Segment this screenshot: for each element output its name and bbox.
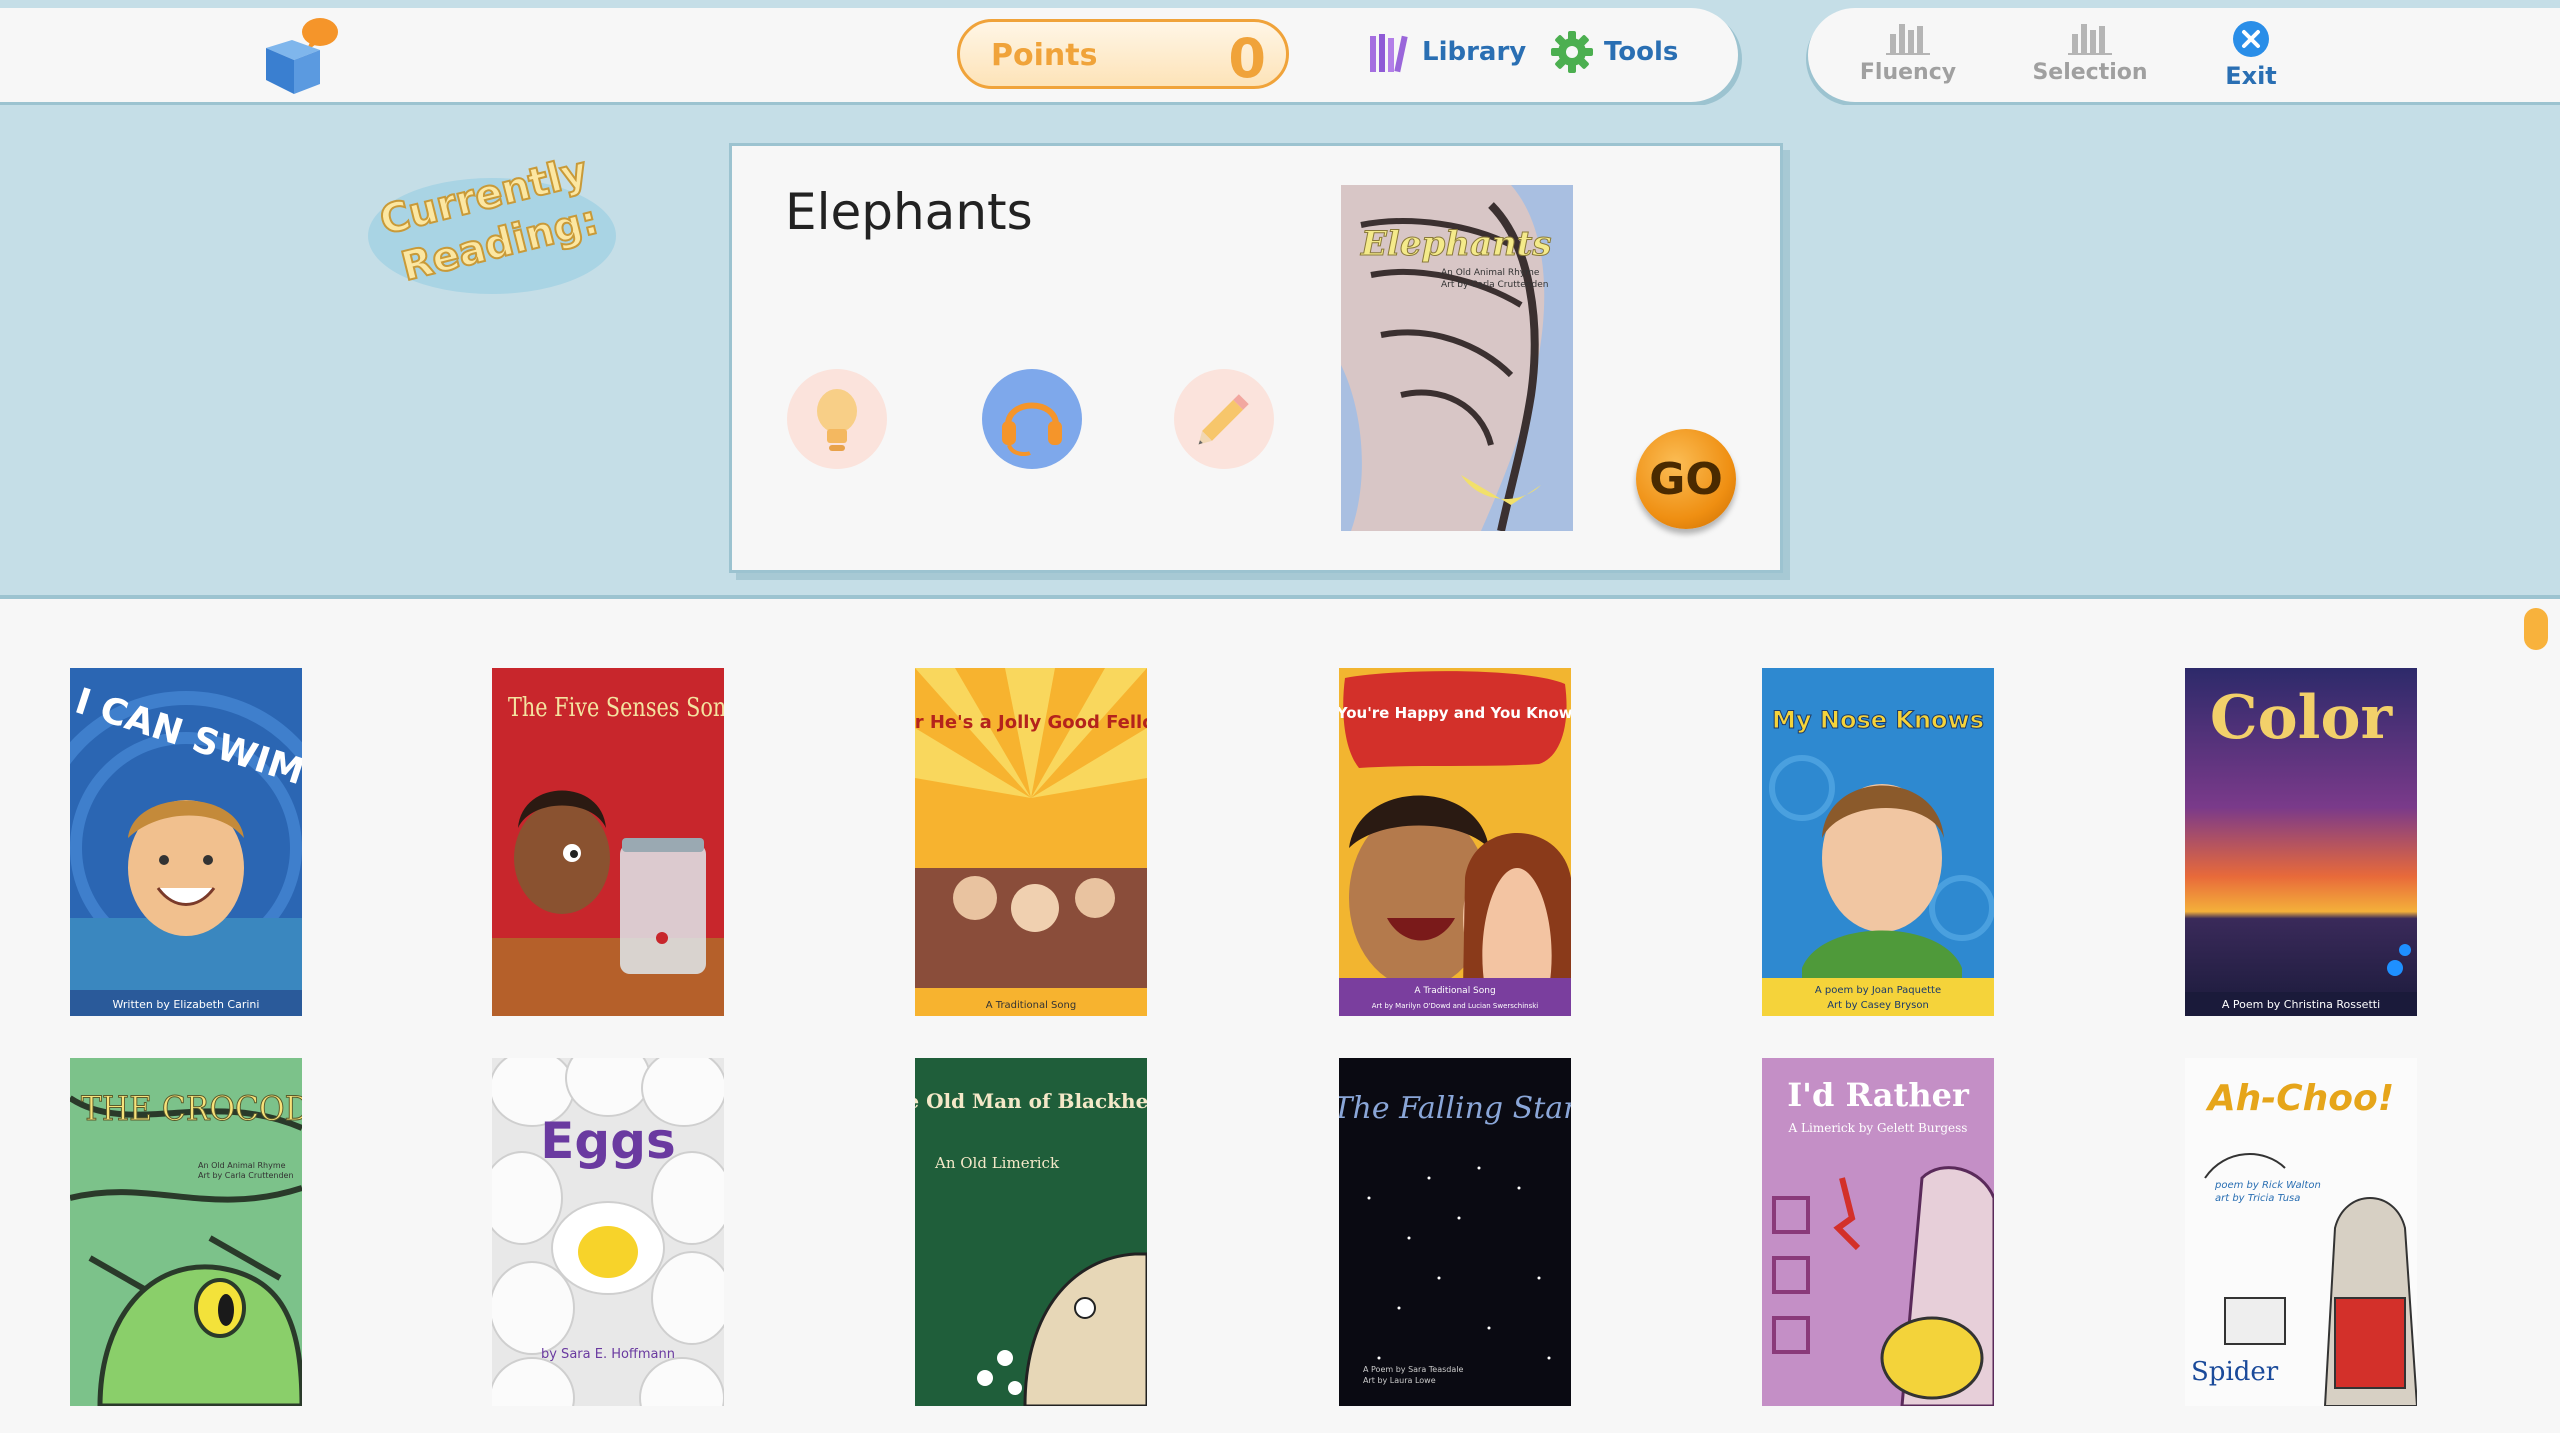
headphones-icon (1002, 402, 1062, 456)
current-cover-credit: Art by Carla Cruttenden (1441, 280, 1548, 290)
current-book-cover[interactable]: Elephants An Old Animal Rhyme Art by Car… (1341, 185, 1573, 532)
current-cover-title: Elephants (1360, 224, 1552, 264)
book-title: The Five Senses Song (508, 692, 724, 723)
points-value: 0 (1228, 27, 1266, 90)
hint-button[interactable] (787, 369, 887, 469)
points-label: Points (991, 38, 1098, 73)
book-cover-id-rather[interactable]: I'd Rather A Limerick by Gelett Burgess (1762, 1058, 1994, 1406)
library-books-icon (1370, 34, 1408, 73)
points-display: Points 0 (957, 19, 1289, 90)
current-book-title: Elephants (785, 183, 1033, 241)
pencil-icon (1198, 394, 1249, 445)
selection-label: Selection (2032, 60, 2148, 85)
book-cover-ah-choo[interactable]: Ah-Choo! poem by Rick Walton art by Tric… (2185, 1058, 2417, 1406)
tools-button[interactable]: Tools (1550, 30, 1678, 74)
book-cover-color[interactable]: Color A Poem by Christina Rossetti (2185, 668, 2417, 1016)
book-title: Eggs (540, 1112, 676, 1170)
book-cover-falling-star[interactable]: The Falling Star A Poem by Sara Teasdale… (1339, 1058, 1571, 1406)
app-logo-icon[interactable] (262, 14, 342, 96)
lightbulb-icon (817, 389, 857, 451)
current-cover-subtitle: An Old Animal Rhyme (1441, 268, 1540, 278)
book-title: Ah-Choo! (2205, 1078, 2394, 1119)
book-credit: A Traditional Song (1414, 986, 1495, 996)
gear-icon (1551, 31, 1593, 73)
book-credit: poem by Rick Walton (2214, 1180, 2321, 1191)
book-cover-my-nose-knows[interactable]: My Nose Knows A poem by Joan Paquette Ar… (1762, 668, 1994, 1016)
fluency-label: Fluency (1859, 60, 1957, 85)
book-credit: A poem by Joan Paquette (1815, 985, 1941, 996)
book-credit2: art by Tricia Tusa (2215, 1193, 2300, 1204)
book-credit2: Art by Casey Bryson (1827, 1000, 1929, 1011)
book-cover-if-youre-happy[interactable]: If You're Happy and You Know It A Tradit… (1339, 668, 1571, 1016)
library-button[interactable]: Library (1368, 30, 1526, 74)
tools-label: Tools (1604, 37, 1679, 67)
fluency-button[interactable]: Fluency (1858, 20, 1958, 85)
book-cover-crocodile[interactable]: THE CROCODILE An Old Animal Rhyme Art by… (70, 1058, 302, 1406)
book-credit: An Old Limerick (934, 1154, 1060, 1172)
selection-button[interactable]: Selection (2030, 20, 2150, 85)
listen-button[interactable] (982, 369, 1082, 469)
currently-reading-badge: Currently Reading: (368, 147, 616, 294)
book-cover-eggs[interactable]: Eggs by Sara E. Hoffmann (492, 1058, 724, 1406)
book-title: The Falling Star (1339, 1091, 1571, 1126)
exit-label: Exit (2225, 62, 2277, 90)
book-credit2: Art by Carla Cruttenden (198, 1171, 294, 1180)
book-credit: by Sara E. Hoffmann (541, 1347, 675, 1362)
book-title: For He's a Jolly Good Fellow (915, 712, 1147, 733)
bar-chart-icon (2068, 24, 2112, 55)
book-credit: An Old Animal Rhyme (198, 1161, 286, 1170)
scrollbar-thumb[interactable] (2524, 608, 2548, 650)
library-label: Library (1422, 37, 1527, 67)
book-title: My Nose Knows (1772, 706, 1984, 734)
book-credit2: Art by Laura Lowe (1363, 1376, 1436, 1385)
book-credit2: Art by Marilyn O'Dowd and Lucian Swersch… (1372, 1002, 1539, 1010)
book-credit: A Poem by Sara Teasdale (1363, 1365, 1464, 1374)
book-cover-five-senses-song[interactable]: The Five Senses Song (492, 668, 724, 1016)
exit-button[interactable]: Exit (2220, 20, 2282, 90)
book-cover-jolly-good-fellow[interactable]: For He's a Jolly Good Fellow A Tradition… (915, 668, 1147, 1016)
book-title: THE CROCODILE (81, 1089, 302, 1129)
bar-chart-icon (1886, 24, 1930, 55)
book-title: Color (2210, 683, 2394, 753)
book-cover-old-man-of-blackheath[interactable]: The Old Man of Blackheath An Old Limeric… (915, 1058, 1147, 1406)
book-credit: A Limerick by Gelett Burgess (1788, 1121, 1968, 1135)
go-button[interactable]: GO (1636, 429, 1736, 529)
book-cover-i-can-swim[interactable]: I CAN SWIM Written by Elizabeth Carini (70, 668, 302, 1016)
book-title: The Old Man of Blackheath (915, 1089, 1147, 1113)
book-credit: A Poem by Christina Rossetti (2222, 998, 2380, 1011)
book-title: If You're Happy and You Know It (1339, 704, 1571, 722)
close-icon (2233, 21, 2269, 57)
publisher-logo: Spider (2191, 1357, 2279, 1387)
book-credit: A Traditional Song (986, 1000, 1076, 1011)
elephant-cover-art: Elephants An Old Animal Rhyme Art by Car… (1341, 185, 1573, 532)
book-credit: Written by Elizabeth Carini (113, 998, 260, 1011)
write-button[interactable] (1174, 369, 1274, 469)
book-title: I'd Rather (1787, 1076, 1970, 1114)
